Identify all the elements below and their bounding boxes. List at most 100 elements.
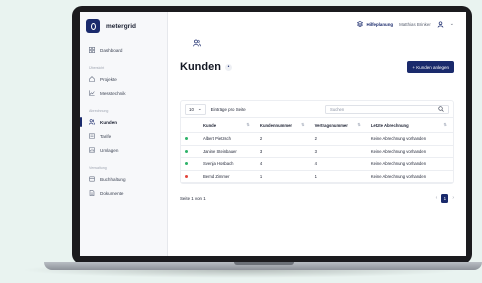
table-footer: Seite 1 von 1 ‹ 1 › [180, 188, 454, 208]
sidebar-item-buchhaltung[interactable]: Buchhaltung [86, 173, 161, 185]
sidebar-item-messtechnik[interactable]: Messtechnik [86, 87, 161, 99]
sidebar: metergrid Dashboard Übersicht Projekte M… [80, 12, 168, 256]
support-icon [357, 21, 364, 27]
status-dot [185, 174, 188, 178]
projects-icon [89, 76, 95, 82]
column-header-vertragsnummer[interactable]: Vertragsnummer ⇅ [310, 117, 367, 133]
user-icon[interactable] [437, 20, 444, 28]
last-billing: Keine Abrechnung vorhanden [366, 170, 453, 183]
per-page-label: Einträge pro Seite [210, 106, 246, 112]
contract-number: 3 [310, 145, 367, 158]
sidebar-item-umlagen[interactable]: Umlagen [86, 144, 161, 156]
status-header [181, 117, 199, 133]
add-customer-button[interactable]: + Kunden anlegen [407, 61, 454, 73]
breadcrumb-users-icon[interactable] [193, 39, 201, 47]
per-page-select[interactable]: 10 ⌄ [185, 103, 206, 115]
customer-name[interactable]: Albert Pietzsch [199, 132, 256, 146]
laptop-base [44, 262, 482, 270]
sidebar-item-kunden[interactable]: Kunden [80, 116, 161, 128]
sidebar-item-label: Umlagen [100, 147, 119, 153]
topbar: Hilfeplanung Matthias Brinker ⌄ [180, 12, 454, 36]
search-icon[interactable] [438, 105, 444, 113]
contract-number: 1 [310, 170, 367, 183]
customer-name[interactable]: Janine Steinbauer [199, 145, 256, 158]
sidebar-item-label: Dokumente [100, 190, 124, 196]
chart-icon [89, 90, 95, 96]
sidebar-item-label: Buchhaltung [100, 176, 126, 182]
status-dot [185, 162, 188, 166]
user-name[interactable]: Matthias Brinker [399, 22, 431, 27]
last-billing: Keine Abrechnung vorhanden [366, 145, 453, 158]
sidebar-item-label: Dashboard [100, 47, 123, 53]
customer-number: 1 [255, 170, 311, 183]
chevron-down-icon: ⌄ [197, 106, 202, 111]
tariff-icon [89, 133, 95, 139]
column-header-letzte-abrechnung[interactable]: Letzte Abrechnung ⇅ [366, 117, 453, 133]
status-dot [185, 149, 188, 153]
sidebar-item-tarife[interactable]: Tarife [86, 130, 161, 142]
users-icon [89, 119, 95, 125]
column-label: Kundennummer [259, 122, 293, 128]
sort-icon[interactable]: ⇅ [443, 122, 447, 127]
next-page-icon[interactable]: › [452, 195, 454, 201]
table-row[interactable]: Albert Pietzsch 2 2 Keine Abrechnung vor… [181, 132, 453, 146]
laptop-notch [234, 262, 294, 265]
brand-name: metergrid [106, 22, 136, 30]
contract-number: 2 [310, 132, 367, 146]
allocation-icon [89, 147, 95, 153]
table-row[interactable]: Bernd Zimmer 1 1 Keine Abrechnung vorhan… [181, 170, 453, 183]
column-header-kunde[interactable]: Kunde ⇅ [199, 117, 256, 133]
sort-icon[interactable]: ⇅ [357, 122, 361, 127]
column-label: Vertragsnummer [314, 122, 348, 128]
sidebar-item-dokumente[interactable]: Dokumente [86, 187, 161, 199]
table-controls: 10 ⌄ Einträge pro Seite Suchen [181, 101, 453, 117]
sidebar-item-label: Messtechnik [100, 90, 126, 96]
search-placeholder: Suchen [330, 106, 345, 112]
section-label-uebersicht: Übersicht [89, 66, 105, 70]
per-page-value: 10 [189, 106, 194, 112]
sidebar-item-dashboard[interactable]: Dashboard [86, 44, 161, 56]
app-screen: metergrid Dashboard Übersicht Projekte M… [80, 12, 466, 256]
support-label: Hilfeplanung [366, 21, 394, 27]
column-header-kundennummer[interactable]: Kundennummer ⇅ [255, 117, 311, 133]
search-input[interactable]: Suchen [325, 104, 449, 114]
page-title: Kunden [180, 61, 221, 73]
customers-card: 10 ⌄ Einträge pro Seite Suchen Kunde ⇅ K… [180, 100, 454, 184]
sort-icon[interactable]: ⇅ [246, 122, 250, 127]
dashboard-icon [89, 47, 95, 53]
section-label-verwaltung: Verwaltung [89, 166, 107, 170]
column-label: Kunde [203, 122, 217, 128]
sort-icon[interactable]: ⇅ [301, 122, 305, 127]
title-row: Kunden • + Kunden anlegen [180, 58, 454, 76]
brand-logo-icon [86, 19, 100, 33]
table-row[interactable]: Svenja Hosbach 4 4 Keine Abrechnung vorh… [181, 157, 453, 171]
sidebar-item-label: Tarife [100, 133, 112, 139]
customer-number: 3 [255, 145, 311, 158]
documents-icon [89, 190, 95, 196]
main-content: Hilfeplanung Matthias Brinker ⌄ Kunden •… [168, 12, 466, 256]
sidebar-item-projekte[interactable]: Projekte [86, 73, 161, 85]
status-dot [185, 137, 188, 141]
info-icon[interactable]: • [224, 63, 232, 71]
accounting-icon [89, 176, 95, 182]
last-billing: Keine Abrechnung vorhanden [366, 157, 453, 171]
page-button-current[interactable]: 1 [441, 193, 449, 203]
customer-name[interactable]: Svenja Hosbach [199, 157, 256, 171]
brand[interactable]: metergrid [86, 18, 161, 34]
prev-page-icon[interactable]: ‹ [436, 195, 438, 201]
section-label-abrechnung: Abrechnung [89, 109, 109, 113]
customer-name[interactable]: Bernd Zimmer [199, 170, 256, 183]
page-info: Seite 1 von 1 [180, 195, 206, 201]
last-billing: Keine Abrechnung vorhanden [366, 132, 453, 146]
chevron-down-icon[interactable]: ⌄ [450, 21, 454, 27]
sidebar-item-label: Kunden [100, 119, 118, 125]
table-row[interactable]: Janine Steinbauer 3 3 Keine Abrechnung v… [181, 145, 453, 158]
support-link[interactable]: Hilfeplanung [357, 21, 393, 27]
customer-number: 4 [255, 157, 311, 171]
column-label: Letzte Abrechnung [370, 122, 409, 128]
customers-table: Kunde ⇅ Kundennummer ⇅ Vertragsnummer ⇅ Let… [181, 117, 453, 183]
customer-number: 2 [255, 132, 311, 146]
sidebar-item-label: Projekte [100, 76, 117, 82]
table-header-row: Kunde ⇅ Kundennummer ⇅ Vertragsnummer ⇅ Let… [181, 117, 453, 133]
contract-number: 4 [310, 157, 367, 171]
